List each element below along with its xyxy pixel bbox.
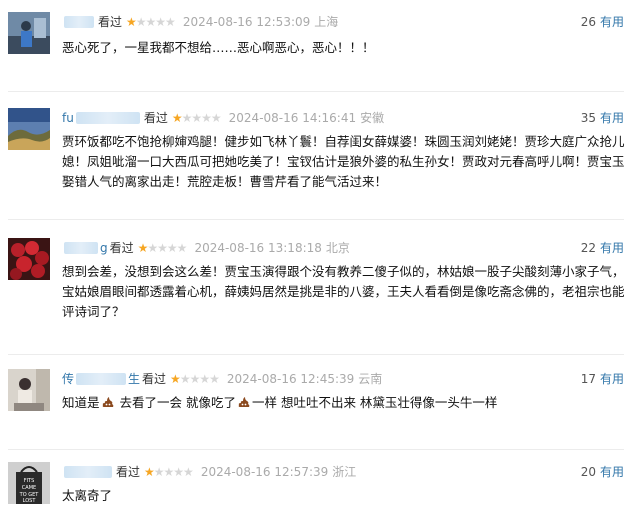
redacted-username	[75, 112, 140, 124]
roses-icon	[8, 238, 50, 280]
useful-vote: 20 有用	[581, 462, 624, 482]
useful-button[interactable]: 有用	[600, 241, 624, 255]
review-time: 2024-08-16 12:57:39	[200, 465, 329, 479]
useful-count: 22	[580, 241, 596, 255]
useful-count: 26	[580, 15, 596, 29]
redacted-username	[64, 466, 112, 478]
avatar[interactable]	[8, 12, 50, 54]
avatar[interactable]	[8, 238, 50, 280]
star-icon: ★	[144, 465, 155, 479]
blue-figure-icon	[8, 12, 50, 54]
content-text: 一样 想吐吐不出来 林黛玉壮得像一头牛一样	[251, 395, 498, 410]
review-time: 2024-08-16 13:18:18	[194, 241, 322, 255]
watched-label: 看过	[98, 15, 123, 29]
username[interactable]: 传	[62, 369, 74, 389]
review-location: 云南	[358, 372, 383, 386]
review-item: fu 看过 ★★★★★ 2024-08-16 14:16:41 安徽 35 有用 贾环饭都…	[0, 92, 640, 220]
tote-bag-icon: FITS CAME TO GET LOST	[8, 462, 50, 504]
avatar[interactable]	[8, 369, 50, 411]
review-item: 看过 ★★★★★ 2024-08-16 12:53:09 上海 26 有用 恶心死了，一…	[0, 0, 640, 92]
username-suffix[interactable]: 生	[128, 369, 140, 389]
star-icon: ★	[137, 241, 149, 255]
star-icon: ★★★★	[147, 241, 187, 255]
useful-button[interactable]: 有用	[600, 372, 624, 386]
rating-stars: ★★★★★	[170, 369, 220, 389]
username-suffix[interactable]: g	[100, 238, 108, 258]
useful-button[interactable]: 有用	[600, 465, 624, 479]
watched-label: 看过	[143, 111, 168, 125]
review-content: 想到会差，没想到会这么差！贾宝玉演得跟个没有教养二傻子似的，林姑娘一股子尖酸刻薄…	[62, 264, 625, 319]
star-icon: ★★★★	[153, 465, 194, 479]
review-location: 浙江	[332, 465, 357, 479]
redacted-username	[76, 373, 127, 385]
review-time: 2024-08-16 12:45:39	[226, 372, 355, 386]
rating-stars: ★★★★★	[126, 12, 176, 32]
review-item: FITS CAME TO GET LOST 看过 ★★★★★ 2024-08-16 …	[0, 450, 640, 519]
avatar[interactable]	[8, 108, 50, 150]
useful-count: 20	[580, 465, 596, 479]
review-meta: 看过 ★★★★★ 2024-08-16 12:53:09 上海	[62, 12, 338, 32]
star-icon: ★	[126, 15, 137, 29]
poop-emoji-icon	[238, 397, 250, 407]
avatar[interactable]: FITS CAME TO GET LOST	[8, 462, 50, 504]
star-icon: ★★★★	[181, 111, 222, 125]
star-icon: ★★★★	[179, 372, 220, 386]
useful-vote: 17 有用	[581, 369, 624, 389]
review-location: 北京	[325, 241, 350, 255]
person-photo-icon	[8, 369, 50, 411]
rating-stars: ★★★★★	[144, 462, 194, 482]
review-content: 贾环饭都吃不饱抢柳婶鸡腿！健步如飞林丫鬟！自荐闺女薛媒婆！珠圆玉润刘姥姥！贾珍大…	[62, 134, 625, 189]
review-content: 太离奇了	[62, 488, 113, 503]
content-text: 知道是	[62, 395, 100, 410]
useful-button[interactable]: 有用	[600, 15, 624, 29]
review-item: g 看过 ★★★★★ 2024-08-16 13:18:18 北京 22 有用 想到会差，…	[0, 220, 640, 355]
review-content: 恶心死了，一星我都不想给……恶心啊恶心，恶心！！！	[62, 40, 375, 55]
useful-vote: 35 有用	[581, 108, 624, 128]
review-meta: fu 看过 ★★★★★ 2024-08-16 14:16:41 安徽	[62, 108, 384, 128]
review-time: 2024-08-16 14:16:41	[228, 111, 357, 125]
tote-text: FITS	[24, 478, 35, 484]
review-meta: 看过 ★★★★★ 2024-08-16 12:57:39 浙江	[62, 462, 356, 482]
useful-count: 17	[580, 372, 596, 386]
username[interactable]: fu	[62, 108, 74, 128]
tote-text: CAME	[22, 485, 36, 491]
review-meta: g 看过 ★★★★★ 2024-08-16 13:18:18 北京	[62, 238, 350, 258]
tote-text: LOST	[23, 498, 37, 504]
landscape-icon	[8, 108, 50, 150]
poop-emoji-icon	[102, 397, 113, 407]
rating-stars: ★★★★★	[137, 238, 188, 258]
star-icon: ★★★★	[135, 15, 176, 29]
useful-count: 35	[580, 111, 596, 125]
review-time: 2024-08-16 12:53:09	[182, 15, 311, 29]
watched-label: 看过	[142, 372, 167, 386]
useful-button[interactable]: 有用	[600, 111, 624, 125]
redacted-username	[64, 242, 98, 254]
review-location: 上海	[314, 15, 339, 29]
watched-label: 看过	[116, 465, 141, 479]
review-item: 传生看过 ★★★★★ 2024-08-16 12:45:39 云南 17 有用 知道是 …	[0, 355, 640, 450]
redacted-username	[64, 16, 94, 28]
content-text: 去看了一会 就像吃了	[115, 395, 236, 410]
useful-vote: 22 有用	[581, 238, 624, 258]
rating-stars: ★★★★★	[171, 108, 222, 128]
star-icon: ★	[170, 372, 181, 386]
review-content: 知道是 去看了一会 就像吃了 一样 想吐吐不出来 林黛玉壮得像一头牛一样	[62, 393, 628, 413]
useful-vote: 26 有用	[581, 12, 624, 32]
star-icon: ★	[171, 111, 183, 125]
review-meta: 传生看过 ★★★★★ 2024-08-16 12:45:39 云南	[62, 369, 382, 389]
review-location: 安徽	[360, 111, 385, 125]
watched-label: 看过	[109, 241, 134, 255]
